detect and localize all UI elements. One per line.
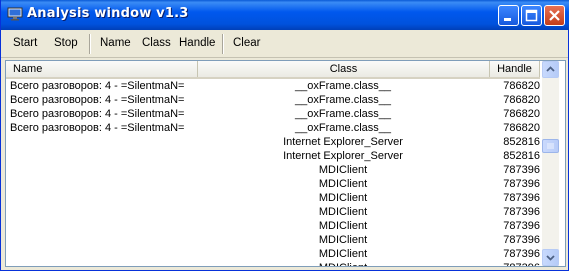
list-row[interactable]: MDIClient 787396: [6, 205, 540, 219]
vertical-scrollbar[interactable]: [542, 61, 559, 266]
list-row[interactable]: Всего разговоров: 4 - =SilentmaN= __oxFra…: [6, 79, 540, 93]
row-class-cell: MDIClient: [318, 248, 368, 260]
close-icon: [549, 10, 560, 21]
row-handle-cell: 787396: [503, 178, 540, 190]
row-class-cell: MDIClient: [318, 206, 368, 218]
column-header-class[interactable]: Class: [198, 61, 490, 77]
list-row[interactable]: Всего разговоров: 4 - =SilentmaN= __oxFra…: [6, 121, 540, 135]
row-class-cell: __oxFrame.class__: [295, 94, 391, 106]
row-handle-cell: 787396: [503, 234, 540, 246]
row-handle-cell: 787396: [492, 261, 540, 266]
list-row[interactable]: MDIClient 787396: [6, 177, 540, 191]
row-name-cell: Всего разговоров: 4 - =SilentmaN=: [10, 94, 185, 106]
name-button[interactable]: Name: [100, 37, 131, 49]
row-class-cell: MDIClient: [318, 220, 368, 232]
window-title: Analysis window v1.3: [27, 6, 189, 21]
list-row[interactable]: MDIClient 787396: [6, 219, 540, 233]
column-header-handle[interactable]: Handle: [490, 61, 540, 77]
row-name-cell: Всего разговоров: 4 - =SilentmaN=: [10, 80, 185, 92]
column-header-name[interactable]: Name: [6, 61, 198, 77]
toolbar-separator: [222, 34, 224, 54]
scroll-down-button[interactable]: [542, 249, 559, 266]
list-row[interactable]: Всего разговоров: 4 - =SilentmaN= __oxFra…: [6, 107, 540, 121]
row-class-cell: __oxFrame.class__: [295, 122, 391, 134]
list-rows: Всего разговоров: 4 - =SilentmaN= __oxFra…: [6, 79, 540, 266]
minimize-icon: [504, 18, 511, 21]
list-row[interactable]: MDIClient 787396: [6, 233, 540, 247]
list-row[interactable]: MDIClient 787396: [6, 261, 540, 266]
handle-button[interactable]: Handle: [179, 37, 215, 49]
start-button[interactable]: Start: [13, 37, 37, 49]
window-list: Name Class Handle Всего разговоров: 4 - …: [5, 60, 566, 267]
list-row[interactable]: MDIClient 787396: [6, 163, 540, 177]
row-handle-cell: 852816: [503, 136, 540, 148]
minimize-button[interactable]: [498, 5, 519, 26]
row-handle-cell: 786820: [503, 94, 540, 106]
row-handle-cell: 787396: [503, 192, 540, 204]
row-class-cell: MDIClient: [318, 178, 368, 190]
list-row[interactable]: Internet Explorer_Server 852816: [6, 149, 540, 163]
maximize-button[interactable]: [521, 5, 542, 26]
list-row[interactable]: Internet Explorer_Server 852816: [6, 135, 540, 149]
list-row[interactable]: MDIClient 787396: [6, 191, 540, 205]
row-class-cell: MDIClient: [318, 192, 368, 204]
row-handle-cell: 786820: [503, 122, 540, 134]
row-class-cell: __oxFrame.class__: [295, 80, 391, 92]
row-class-cell: MDIClient: [198, 261, 488, 266]
row-name-cell: Всего разговоров: 4 - =SilentmaN=: [10, 122, 185, 134]
list-header: Name Class Handle: [6, 61, 540, 79]
row-handle-cell: 786820: [503, 108, 540, 120]
maximize-icon: [525, 9, 538, 22]
list-row[interactable]: Всего разговоров: 4 - =SilentmaN= __oxFra…: [6, 93, 540, 107]
row-name-cell: Всего разговоров: 4 - =SilentmaN=: [10, 108, 185, 120]
title-bar[interactable]: Analysis window v1.3: [1, 0, 569, 30]
arrow-down-icon: [546, 255, 555, 261]
row-class-cell: MDIClient: [318, 234, 368, 246]
arrow-up-icon: [546, 66, 555, 72]
row-handle-cell: 852816: [503, 150, 540, 162]
monitor-icon: [7, 7, 23, 21]
scroll-thumb[interactable]: [542, 139, 559, 153]
row-handle-cell: 786820: [503, 80, 540, 92]
row-handle-cell: 787396: [503, 164, 540, 176]
row-class-cell: Internet Explorer_Server: [283, 150, 403, 162]
stop-button[interactable]: Stop: [54, 37, 78, 49]
toolbar: Start Stop Name Class Handle Clear: [1, 30, 568, 58]
toolbar-separator: [89, 34, 91, 54]
close-button[interactable]: [544, 5, 565, 26]
scroll-up-button[interactable]: [542, 61, 559, 78]
row-class-cell: __oxFrame.class__: [295, 108, 391, 120]
row-class-cell: Internet Explorer_Server: [283, 136, 403, 148]
row-handle-cell: 787396: [503, 220, 540, 232]
analysis-window: Analysis window v1.3 Start Stop Name Cla…: [0, 0, 569, 271]
row-handle-cell: 787396: [503, 206, 540, 218]
row-class-cell: MDIClient: [318, 164, 368, 176]
clear-button[interactable]: Clear: [233, 37, 260, 49]
row-handle-cell: 787396: [503, 248, 540, 260]
class-button[interactable]: Class: [142, 37, 171, 49]
list-row[interactable]: MDIClient 787396: [6, 247, 540, 261]
